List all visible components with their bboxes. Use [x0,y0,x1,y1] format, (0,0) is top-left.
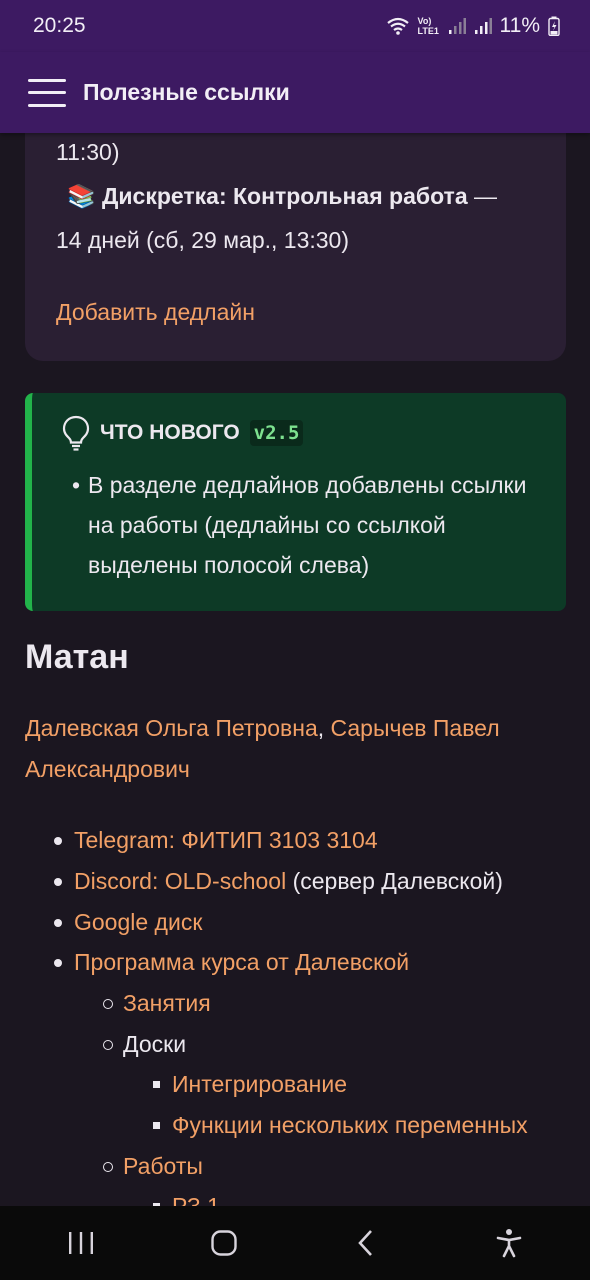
hamburger-menu-icon[interactable] [28,78,66,107]
list-item: РЗ 1 [153,1193,220,1206]
boards-label: Доски [123,1031,187,1057]
integration-link[interactable]: Интегрирование [172,1071,347,1097]
home-icon [211,1230,237,1256]
discord-link[interactable]: Discord: OLD-school [74,868,286,894]
wifi-icon [386,17,409,35]
bullet [54,959,62,967]
separator: , [317,715,331,741]
bullet [103,1162,113,1172]
recent-apps-button[interactable] [51,1213,111,1273]
list-item: Функции нескольких переменных [153,1112,528,1139]
home-button[interactable] [194,1213,254,1273]
system-nav-bar [0,1206,590,1280]
list-item: Доски [103,1031,187,1058]
status-bar: 20:25 Vo) LTE1 11% [0,0,590,52]
page-title: Полезные ссылки [83,79,290,105]
bullet [153,1081,160,1088]
bullet [54,878,62,886]
whats-new-title: ЧТО НОВОГО [100,421,240,444]
status-icons: Vo) LTE1 11% [386,14,560,38]
list-item: Работы [103,1153,203,1180]
accessibility-icon [496,1229,522,1258]
bullet [103,999,113,1009]
bullet [54,919,62,927]
list-item: Discord: OLD-school (сервер Далевской) [54,868,503,895]
list-item: Telegram: ФИТИП 3103 3104 [54,827,378,854]
deadline-item: 📚 Дискретка: Контрольная работа — [67,183,497,210]
teacher-link-dalevskaya[interactable]: Далевская Ольга Петровна [25,715,318,741]
lessons-link[interactable]: Занятия [123,990,211,1016]
works-link[interactable]: Работы [123,1153,203,1179]
whats-new-text: В разделе дедлайнов добавлены ссылки на … [88,472,527,578]
whats-new-item: • В разделе дедлайнов добавлены ссылки н… [72,465,548,585]
status-time: 20:25 [33,14,86,37]
lightbulb-icon [62,415,90,451]
list-item: Интегрирование [153,1071,347,1098]
app-bar: Полезные ссылки [0,52,590,133]
main-content[interactable]: 11:30) 📚 Дискретка: Контрольная работа —… [0,133,590,1206]
discord-note: (сервер Далевской) [286,868,503,894]
deadline-time-left: 14 дней (сб, 29 мар., 13:30) [56,227,349,253]
bullet: • [72,472,81,498]
previous-deadline-tail: 11:30) [56,139,120,165]
list-item: Занятия [103,990,211,1017]
version-badge: v2.5 [249,420,304,446]
multivariable-functions-link[interactable]: Функции нескольких переменных [172,1112,528,1138]
telegram-link[interactable]: Telegram: ФИТИП 3103 3104 [74,827,378,853]
books-icon: 📚 [67,183,96,209]
list-item: Google диск [54,909,202,936]
deadline-dash: — [467,183,497,209]
bullet [153,1122,160,1129]
accessibility-button[interactable] [479,1213,539,1273]
section-title: Матан [25,638,129,676]
recent-apps-icon [69,1232,94,1254]
signal-icon-2 [474,18,492,34]
course-program-link[interactable]: Программа курса от Далевской [74,949,409,975]
back-button[interactable] [336,1213,396,1273]
deadline-title: Дискретка: Контрольная работа [102,183,468,209]
whats-new-header: ЧТО НОВОГО v2.5 [62,415,304,451]
google-drive-link[interactable]: Google диск [74,909,202,935]
bullet [54,837,62,845]
add-deadline-button[interactable]: Добавить дедлайн [56,299,255,326]
whats-new-callout: ЧТО НОВОГО v2.5 • В разделе дедлайнов до… [25,393,566,611]
signal-icon [448,18,466,34]
teachers-line: Далевская Ольга Петровна, Сарычев Павел … [25,708,565,790]
network-label: Vo) LTE1 [417,16,439,36]
battery-charging-icon [548,16,560,36]
rz1-link[interactable]: РЗ 1 [172,1193,220,1206]
list-item: Программа курса от Далевской [54,949,409,976]
bullet [103,1040,113,1050]
back-icon [358,1230,373,1256]
battery-percent: 11% [499,14,540,37]
deadlines-card: 11:30) 📚 Дискретка: Контрольная работа —… [25,133,566,361]
